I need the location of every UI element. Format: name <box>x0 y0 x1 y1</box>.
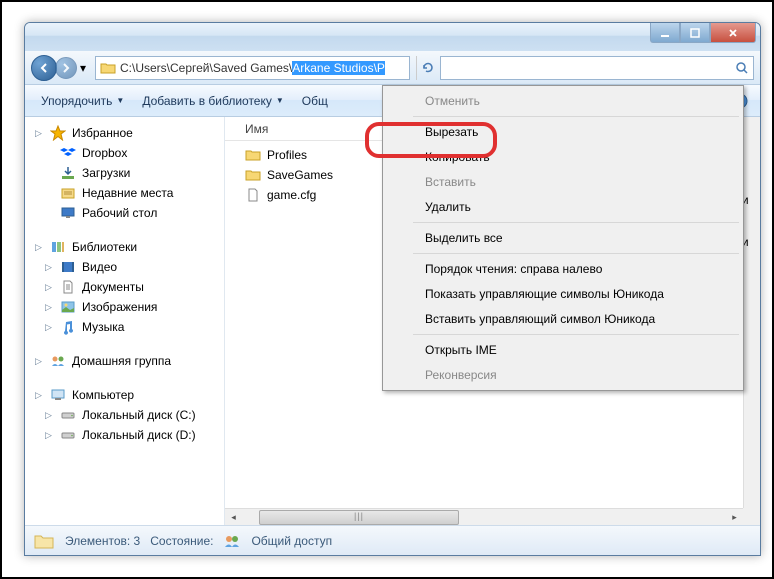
vertical-scrollbar[interactable] <box>743 117 760 508</box>
scroll-left-button[interactable]: ◂ <box>225 509 242 526</box>
folder-icon <box>33 530 55 552</box>
computer-header[interactable]: ▷ Компьютер <box>25 385 224 405</box>
forward-button[interactable] <box>55 57 77 79</box>
search-box[interactable] <box>440 56 755 80</box>
computer-icon <box>50 387 66 403</box>
expand-icon: ▷ <box>33 128 44 139</box>
video-icon <box>60 259 76 275</box>
desktop-icon <box>60 205 76 221</box>
dropbox-icon <box>60 145 76 161</box>
documents-icon <box>60 279 76 295</box>
ctx-delete[interactable]: Удалить <box>413 195 741 219</box>
sidebar-item-music[interactable]: ▷Музыка <box>25 317 224 337</box>
pictures-icon <box>60 299 76 315</box>
shared-icon <box>223 532 241 550</box>
address-text: C:\Users\Сергей\Saved Games\Arkane Studi… <box>120 61 405 75</box>
drive-icon <box>60 427 76 443</box>
statusbar: Элементов: 3 Состояние: Общий доступ <box>25 525 760 555</box>
sidebar-item-drive-d[interactable]: ▷Локальный диск (D:) <box>25 425 224 445</box>
homegroup-header[interactable]: ▷ Домашняя группа <box>25 351 224 371</box>
ctx-copy[interactable]: Копировать <box>413 145 741 169</box>
organize-button[interactable]: Упорядочить ▼ <box>33 90 132 112</box>
folder-icon <box>100 60 116 76</box>
sidebar-item-dropbox[interactable]: Dropbox <box>25 143 224 163</box>
sidebar-item-desktop[interactable]: Рабочий стол <box>25 203 224 223</box>
horizontal-scrollbar[interactable]: ◂ ▸ <box>225 508 743 525</box>
refresh-button[interactable] <box>416 56 440 80</box>
ctx-undo: Отменить <box>413 89 741 113</box>
state-label: Состояние: <box>150 534 213 548</box>
libraries-icon <box>50 239 66 255</box>
folder-icon <box>245 167 261 183</box>
sidebar-item-recent[interactable]: Недавние места <box>25 183 224 203</box>
ctx-cut[interactable]: Вырезать <box>413 120 741 144</box>
expand-icon: ▷ <box>33 390 44 401</box>
drive-icon <box>60 407 76 423</box>
libraries-header[interactable]: ▷ Библиотеки <box>25 237 224 257</box>
ctx-reading-order[interactable]: Порядок чтения: справа налево <box>413 257 741 281</box>
file-icon <box>245 187 261 203</box>
downloads-icon <box>60 165 76 181</box>
ctx-reconversion: Реконверсия <box>413 363 741 387</box>
address-bar[interactable]: C:\Users\Сергей\Saved Games\Arkane Studi… <box>95 56 410 80</box>
ctx-show-unicode[interactable]: Показать управляющие символы Юникода <box>413 282 741 306</box>
navigation-pane: ▷ Избранное Dropbox Загрузки Недавние ме… <box>25 117 225 525</box>
ctx-open-ime[interactable]: Открыть IME <box>413 338 741 362</box>
favorites-header[interactable]: ▷ Избранное <box>25 123 224 143</box>
homegroup-icon <box>50 353 66 369</box>
context-menu: Отменить Вырезать Копировать Вставить Уд… <box>382 85 744 391</box>
sidebar-item-videos[interactable]: ▷Видео <box>25 257 224 277</box>
scroll-right-button[interactable]: ▸ <box>726 509 743 526</box>
sidebar-item-downloads[interactable]: Загрузки <box>25 163 224 183</box>
nav-history-dropdown[interactable]: ▾ <box>77 58 89 78</box>
maximize-button[interactable] <box>680 23 710 43</box>
expand-icon: ▷ <box>33 356 44 367</box>
sidebar-item-pictures[interactable]: ▷Изображения <box>25 297 224 317</box>
star-icon <box>50 125 66 141</box>
titlebar <box>25 23 760 51</box>
back-button[interactable] <box>31 55 57 81</box>
ctx-paste: Вставить <box>413 170 741 194</box>
expand-icon: ▷ <box>33 242 44 253</box>
elements-count: Элементов: 3 <box>65 534 140 548</box>
folder-icon <box>245 147 261 163</box>
ctx-select-all[interactable]: Выделить все <box>413 226 741 250</box>
address-row: ▾ C:\Users\Сергей\Saved Games\Arkane Stu… <box>25 51 760 85</box>
recent-icon <box>60 185 76 201</box>
music-icon <box>60 319 76 335</box>
close-button[interactable] <box>710 23 756 43</box>
add-to-library-button[interactable]: Добавить в библиотеку ▼ <box>134 90 291 112</box>
share-button[interactable]: Общ <box>294 90 336 112</box>
sidebar-item-drive-c[interactable]: ▷Локальный диск (C:) <box>25 405 224 425</box>
ctx-insert-unicode[interactable]: Вставить управляющий символ Юникода <box>413 307 741 331</box>
sidebar-item-documents[interactable]: ▷Документы <box>25 277 224 297</box>
scrollbar-thumb[interactable] <box>259 510 459 525</box>
minimize-button[interactable] <box>650 23 680 43</box>
search-icon <box>735 61 749 75</box>
shared-status: Общий доступ <box>251 534 332 548</box>
